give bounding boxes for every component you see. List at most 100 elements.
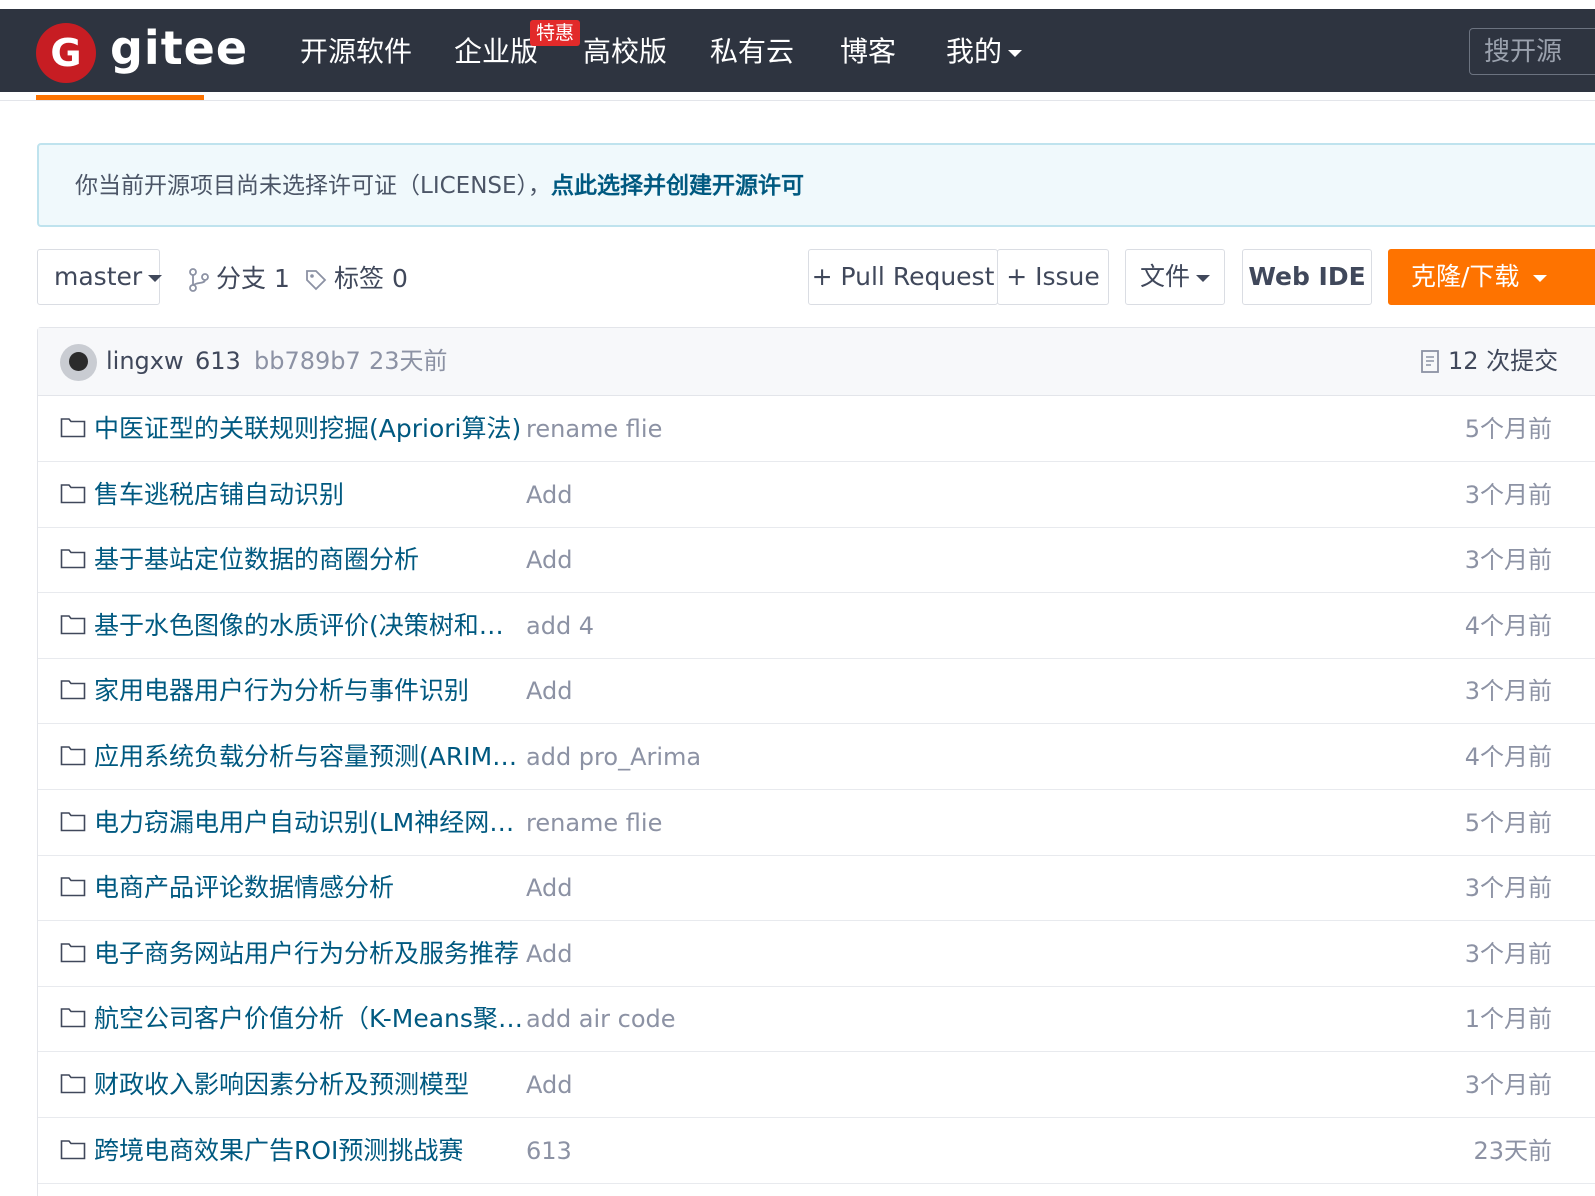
folder-icon <box>60 746 86 766</box>
tag-icon <box>306 270 327 291</box>
folder-updated-time: 23天前 <box>1473 1136 1552 1165</box>
latest-commit-bar: lingxw 613 bb789b7 23天前 12 次提交 <box>38 328 1595 396</box>
folder-updated-time: 1个月前 <box>1464 1005 1552 1034</box>
commit-count-link[interactable]: 12 次提交 <box>1420 342 1558 380</box>
folder-name[interactable]: 家用电器用户行为分析与事件识别 <box>94 672 526 710</box>
folder-commit-message[interactable]: Add <box>526 476 572 514</box>
issue-button[interactable]: + Issue <box>997 249 1109 305</box>
nav-mine[interactable]: 我的 <box>946 32 1023 72</box>
folder-name[interactable]: 财政收入影响因素分析及预测模型 <box>94 1066 526 1104</box>
document-icon <box>1421 350 1439 373</box>
avatar[interactable] <box>60 344 97 381</box>
folder-icon <box>60 1008 86 1028</box>
license-notice: 你当前开源项目尚未选择许可证（LICENSE），点此选择并创建开源许可 <box>37 143 1595 227</box>
chevron-down-icon <box>1533 274 1548 282</box>
folder-name[interactable]: 基于基站定位数据的商圈分析 <box>94 541 526 579</box>
logo-text[interactable]: gitee <box>110 20 248 76</box>
folder-commit-message[interactable]: Add <box>526 541 572 579</box>
chevron-down-icon <box>148 274 163 282</box>
list-item[interactable]: 基于水色图像的水质评价(决策树和图... add 4 4个月前 <box>38 593 1595 659</box>
avatar-figure <box>69 352 88 371</box>
folder-icon <box>60 614 86 635</box>
branches-count: 分支 1 <box>216 264 290 293</box>
folder-updated-time: 4个月前 <box>1464 743 1552 771</box>
web-ide-button[interactable]: Web IDE <box>1242 249 1372 305</box>
list-item[interactable]: 跨境电商效果广告ROI预测挑战赛 613 23天前 <box>38 1118 1595 1184</box>
file-menu-label: 文件 <box>1139 262 1190 291</box>
folder-icon <box>60 418 86 438</box>
nav-blog[interactable]: 博客 <box>840 32 896 72</box>
folder-commit-message[interactable]: add pro_Arima <box>526 738 701 776</box>
license-notice-text: 你当前开源项目尚未选择许可证（LICENSE），点此选择并创建开源许可 <box>75 169 804 203</box>
folder-icon <box>60 1139 86 1159</box>
folder-updated-time: 3个月前 <box>1464 1071 1552 1099</box>
folder-name[interactable]: 电商产品评论数据情感分析 <box>94 869 526 907</box>
logo-letter[interactable]: G <box>36 23 96 83</box>
clone-download-label: 克隆/下载 <box>1411 262 1520 291</box>
folder-name[interactable]: 应用系统负载分析与容量预测(ARIMA... <box>94 738 526 776</box>
nav-mine-label: 我的 <box>946 35 1003 68</box>
file-menu-button[interactable]: 文件 <box>1125 249 1225 305</box>
commit-author[interactable]: lingxw <box>106 342 184 380</box>
list-item[interactable]: 航空公司客户价值分析（K-Means聚类... add air code 1个月前 <box>38 986 1595 1053</box>
folder-name[interactable]: 中医证型的关联规则挖掘(Apriori算法) <box>94 410 526 448</box>
search-input[interactable]: 搜开源 <box>1469 28 1595 75</box>
nav-enterprise[interactable]: 企业版 <box>454 32 538 72</box>
branches-link[interactable]: 分支 1 <box>188 261 290 297</box>
branch-label: master <box>54 262 143 291</box>
folder-commit-message[interactable]: add 4 <box>526 607 594 645</box>
list-item[interactable]: 应用系统负载分析与容量预测(ARIMA... add pro_Arima 4个月前 <box>38 724 1595 790</box>
list-item[interactable]: 财政收入影响因素分析及预测模型 Add 3个月前 <box>38 1052 1595 1118</box>
branch-icon <box>189 268 209 292</box>
list-item[interactable]: 电力窃漏电用户自动识别(LM神经网络... rename flie 5个月前 <box>38 790 1595 856</box>
notice-message: 你当前开源项目尚未选择许可证（LICENSE）， <box>75 173 552 199</box>
nav-open-source[interactable]: 开源软件 <box>300 32 412 72</box>
commit-time: 23天前 <box>369 347 448 375</box>
folder-updated-time: 4个月前 <box>1464 611 1552 640</box>
nav-private-cloud[interactable]: 私有云 <box>710 32 794 72</box>
folder-name[interactable]: 航空公司客户价值分析（K-Means聚类... <box>94 1000 526 1038</box>
folder-name[interactable]: 电力窃漏电用户自动识别(LM神经网络... <box>94 804 526 842</box>
folder-commit-message[interactable]: Add <box>526 1066 572 1104</box>
commit-hash[interactable]: bb789b7 <box>254 342 361 380</box>
create-license-link[interactable]: 点此选择并创建开源许可 <box>551 173 804 199</box>
folder-commit-message[interactable]: rename flie <box>526 804 662 842</box>
folder-name[interactable]: 基于水色图像的水质评价(决策树和图... <box>94 607 526 645</box>
list-item[interactable]: 售车逃税店铺自动识别 Add 3个月前 <box>38 462 1595 528</box>
branch-select[interactable]: master <box>37 249 163 305</box>
list-item[interactable]: 家用电器用户行为分析与事件识别 Add 3个月前 <box>38 658 1595 725</box>
list-item[interactable]: 中医证型的关联规则挖掘(Apriori算法) rename flie 5个月前 <box>38 396 1595 462</box>
folder-commit-message[interactable]: rename flie <box>526 410 662 448</box>
folder-icon <box>60 877 86 897</box>
folder-commit-message[interactable]: Add <box>526 935 572 973</box>
list-item[interactable]: 基于基站定位数据的商圈分析 Add 3个月前 <box>38 527 1595 594</box>
folder-icon <box>60 1074 86 1094</box>
list-item[interactable]: 电商产品评论数据情感分析 Add 3个月前 <box>38 855 1595 922</box>
folder-name[interactable]: 售车逃税店铺自动识别 <box>94 476 526 514</box>
commit-message[interactable]: 613 <box>195 342 241 380</box>
folder-icon <box>60 483 86 503</box>
commit-count: 12 次提交 <box>1448 347 1559 375</box>
folder-name[interactable]: 跨境电商效果广告ROI预测挑战赛 <box>94 1132 526 1170</box>
folder-icon <box>60 811 86 831</box>
search-placeholder: 搜开源 <box>1484 37 1563 67</box>
list-item[interactable]: 电子商务网站用户行为分析及服务推荐 Add 3个月前 <box>38 921 1595 987</box>
folder-updated-time: 3个月前 <box>1464 480 1552 509</box>
folder-commit-message[interactable]: Add <box>526 672 572 710</box>
folder-commit-message[interactable]: 613 <box>526 1132 572 1170</box>
promo-badge: 特惠 <box>530 20 581 46</box>
tags-count: 标签 0 <box>334 264 408 293</box>
folder-commit-message[interactable]: add air code <box>526 1000 676 1038</box>
folder-name[interactable]: 电子商务网站用户行为分析及服务推荐 <box>94 935 526 973</box>
chevron-down-icon <box>1196 274 1210 282</box>
pull-request-button[interactable]: + Pull Request <box>808 249 998 305</box>
folder-updated-time: 3个月前 <box>1464 677 1552 706</box>
clone-download-button[interactable]: 克隆/下载 <box>1388 249 1595 305</box>
tags-link[interactable]: 标签 0 <box>304 261 408 297</box>
nav-education[interactable]: 高校版 <box>583 32 667 72</box>
folder-icon <box>60 549 86 569</box>
folder-icon <box>60 942 86 963</box>
folder-updated-time: 3个月前 <box>1464 874 1552 903</box>
header-divider <box>0 100 1595 101</box>
folder-commit-message[interactable]: Add <box>526 869 572 907</box>
